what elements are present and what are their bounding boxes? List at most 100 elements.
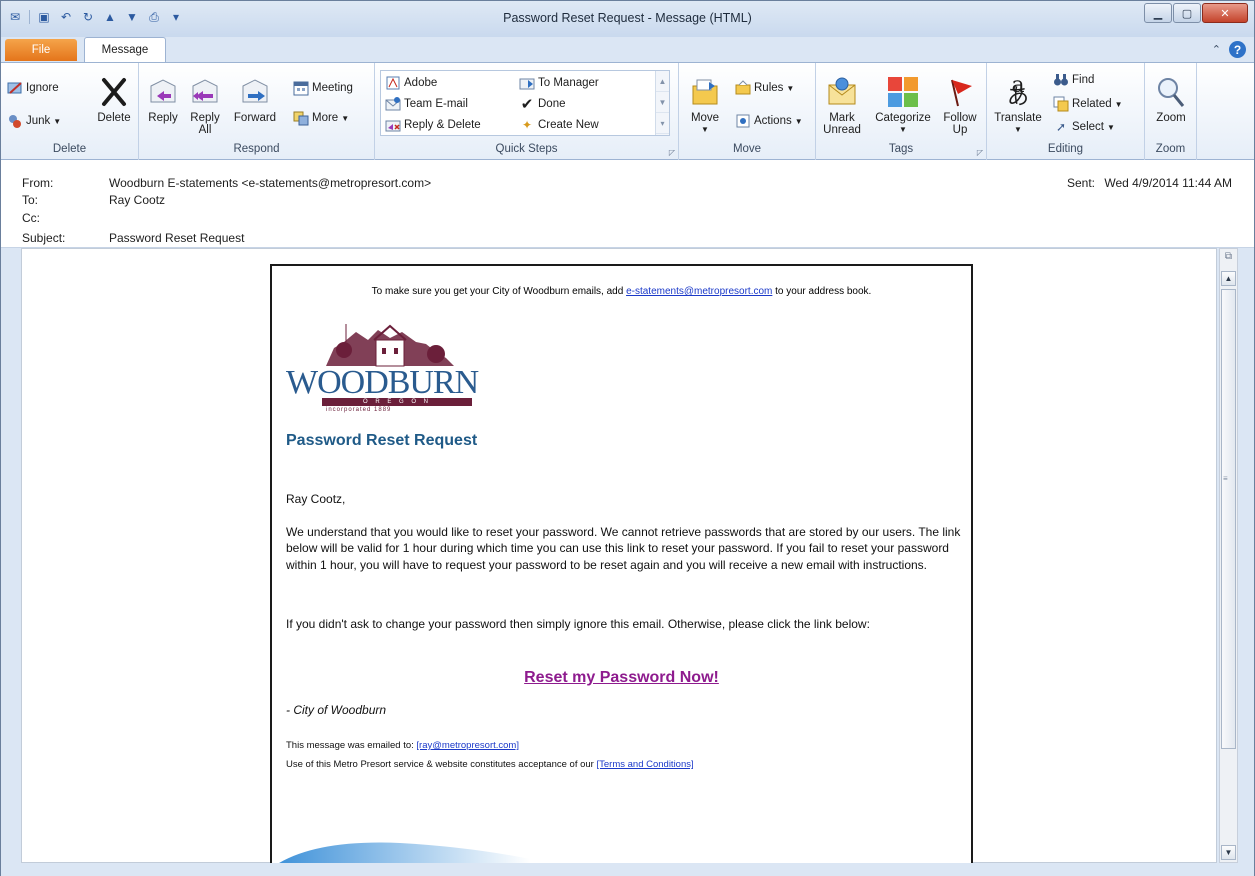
tab-file[interactable]: File: [5, 39, 77, 61]
emailed-to-line: This message was emailed to: [ray@metrop…: [286, 740, 519, 751]
mark-unread-label-2: Unread: [823, 124, 861, 136]
window-title: Password Reset Request - Message (HTML): [503, 11, 752, 25]
red-flag-icon: [943, 75, 977, 109]
related-button[interactable]: Related ▼: [1053, 96, 1123, 112]
outlook-message-window: ✉ ▣ ↶ ↻ ▲ ▼ ⎙ ▾ Password Reset Request -…: [0, 0, 1255, 876]
respond-group: Reply Reply All Forward Meeting More ▼ R…: [139, 63, 375, 160]
scroll-thumb[interactable]: [1221, 289, 1236, 749]
more-respond-icon: [293, 110, 309, 126]
follow-up-button[interactable]: Follow Up: [938, 75, 982, 136]
translate-dropdown-icon: ▼: [1014, 125, 1022, 134]
categorize-button[interactable]: Categorize ▼: [870, 75, 936, 136]
move-button[interactable]: Move ▼: [685, 75, 725, 136]
actions-button[interactable]: Actions ▼: [735, 113, 803, 129]
logo-tagline: incorporated 1889: [326, 407, 392, 413]
address-book-email-link[interactable]: e-statements@metropresort.com: [626, 286, 772, 297]
junk-button[interactable]: Junk ▼: [7, 113, 61, 129]
zoom-group-label: Zoom: [1155, 143, 1186, 155]
ribbon-tab-right-controls: ⌃ ?: [1212, 41, 1246, 58]
editing-group-label: Editing: [1047, 143, 1084, 155]
quick-steps-down-icon[interactable]: ▼: [656, 92, 669, 113]
quick-step-team-email-label: Team E-mail: [404, 98, 468, 110]
forward-button[interactable]: Forward: [229, 75, 281, 124]
respond-group-label: Respond: [233, 143, 280, 155]
scroll-down-arrow-icon[interactable]: ▼: [1221, 845, 1236, 860]
meeting-button[interactable]: Meeting: [293, 80, 353, 96]
mark-unread-label-1: Mark: [829, 112, 855, 124]
reset-password-link[interactable]: Reset my Password Now!: [272, 669, 971, 687]
from-label: From:: [22, 176, 54, 190]
zoom-button[interactable]: Zoom: [1151, 75, 1191, 124]
select-label: Select: [1072, 121, 1104, 133]
help-icon[interactable]: ?: [1229, 41, 1246, 58]
rules-label: Rules: [754, 82, 784, 94]
move-group: Move ▼ Rules ▼ Actions ▼ Move: [679, 63, 816, 160]
zoom-label: Zoom: [1156, 112, 1186, 124]
actions-icon: [735, 113, 751, 129]
quick-step-adobe-label: Adobe: [404, 77, 438, 89]
reply-icon: [146, 75, 180, 109]
quick-steps-more-icon[interactable]: ▾: [656, 113, 669, 134]
reply-delete-icon: [385, 117, 401, 133]
quick-steps-scroll[interactable]: ▲ ▼ ▾: [655, 71, 669, 135]
notice-prefix: To make sure you get your City of Woodbu…: [371, 286, 627, 297]
maximize-button[interactable]: ▢: [1173, 3, 1201, 23]
view-zoom-icon[interactable]: ⧉: [1221, 251, 1236, 266]
address-book-notice: To make sure you get your City of Woodbu…: [272, 286, 971, 297]
find-button[interactable]: Find: [1053, 72, 1094, 88]
mark-unread-button[interactable]: Mark Unread: [820, 75, 864, 136]
ignore-button[interactable]: Ignore: [7, 80, 59, 96]
emailed-to-prefix: This message was emailed to:: [286, 740, 417, 751]
more-respond-label: More: [312, 112, 339, 124]
delete-button[interactable]: Delete: [93, 75, 135, 124]
scroll-up-arrow-icon[interactable]: ▲: [1221, 271, 1236, 286]
quick-steps-up-icon[interactable]: ▲: [656, 71, 669, 92]
zoom-group: Zoom Zoom: [1145, 63, 1197, 160]
delete-label: Delete: [97, 112, 131, 124]
reply-all-label-1: Reply: [190, 112, 220, 124]
more-respond-button[interactable]: More ▼: [293, 110, 349, 126]
rules-button[interactable]: Rules ▼: [735, 80, 794, 96]
quick-steps-gallery: Adobe Team E-mail Reply & Delete To Mana…: [380, 70, 670, 136]
quick-steps-group-label: Quick Steps: [495, 143, 558, 155]
html-email-content: To make sure you get your City of Woodbu…: [270, 264, 973, 863]
reply-button[interactable]: Reply: [145, 75, 181, 124]
quick-step-team-email[interactable]: Team E-mail: [385, 96, 468, 112]
move-folder-icon: [688, 75, 722, 109]
reply-all-button[interactable]: Reply All: [187, 75, 223, 136]
tab-message[interactable]: Message: [84, 37, 166, 62]
to-value[interactable]: Ray Cootz: [109, 193, 165, 207]
categorize-label: Categorize: [875, 112, 931, 124]
quick-step-to-manager[interactable]: To Manager: [519, 75, 599, 91]
quick-step-reply-delete[interactable]: Reply & Delete: [385, 117, 481, 133]
emailed-to-link[interactable]: [ray@metropresort.com]: [416, 740, 519, 751]
ignore-label: Ignore: [26, 82, 59, 94]
vertical-scrollbar[interactable]: ⧉ ▲ ≡ ▼: [1219, 248, 1238, 863]
terms-link[interactable]: [Terms and Conditions]: [596, 759, 693, 770]
quick-step-create-new[interactable]: ✦ Create New: [519, 117, 599, 133]
quick-steps-launcher-icon[interactable]: ◸: [669, 148, 675, 157]
editing-group: aあ Translate ▼ Find Related ▼ ➚ Select ▼…: [987, 63, 1145, 160]
forward-icon: [238, 75, 272, 109]
translate-button[interactable]: aあ Translate ▼: [993, 75, 1043, 136]
quick-step-done-label: Done: [538, 98, 566, 110]
actions-dropdown-icon: ▼: [794, 116, 803, 126]
move-group-label: Move: [732, 143, 762, 155]
email-title: Password Reset Request: [286, 432, 478, 449]
from-value[interactable]: Woodburn E-statements <e-statements@metr…: [109, 176, 431, 190]
quick-step-done[interactable]: ✔ Done: [519, 96, 566, 113]
minimize-button[interactable]: ▁: [1144, 3, 1172, 23]
quick-step-adobe[interactable]: Adobe: [385, 75, 437, 91]
ribbon-tabs: File Message ⌃ ?: [1, 37, 1254, 62]
minimize-ribbon-icon[interactable]: ⌃: [1212, 43, 1221, 56]
logo-subtitle: O R E G O N: [322, 398, 472, 406]
close-button[interactable]: ✕: [1202, 3, 1248, 23]
team-email-icon: [385, 96, 401, 112]
tags-launcher-icon[interactable]: ◸: [977, 148, 983, 157]
translate-label: Translate: [994, 112, 1042, 124]
sent-label: Sent:: [1066, 176, 1095, 190]
binoculars-icon: [1053, 72, 1069, 88]
terms-line: Use of this Metro Presort service & webs…: [286, 759, 694, 770]
select-button[interactable]: ➚ Select ▼: [1053, 119, 1115, 135]
woodburn-logo: WOODBURN O R E G O N incorporated 1889: [286, 318, 491, 418]
